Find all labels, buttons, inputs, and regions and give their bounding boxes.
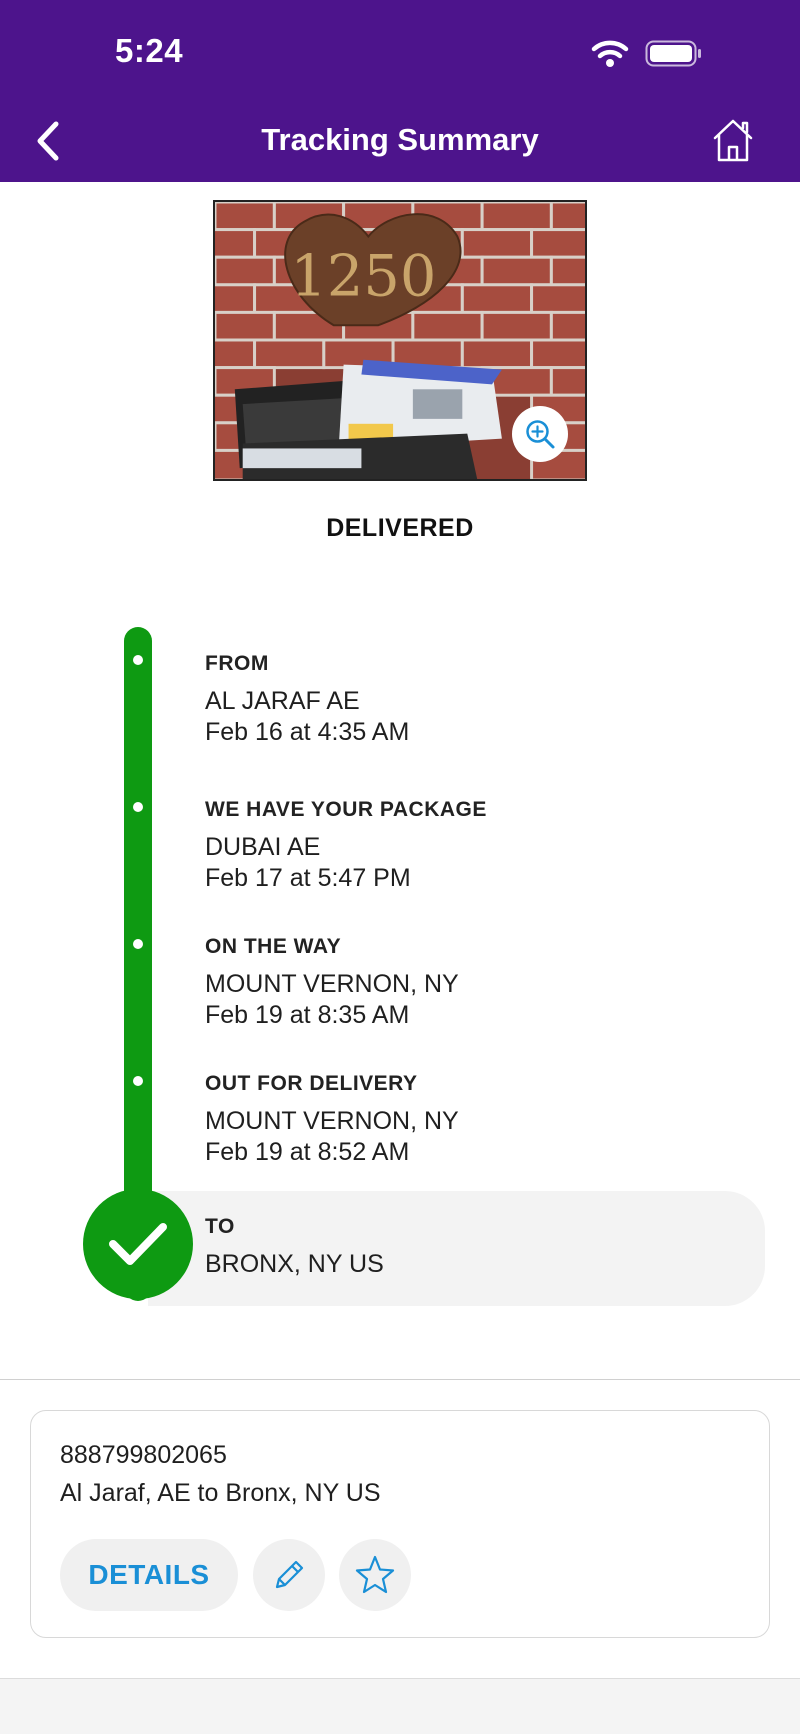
event-time: Feb 19 at 8:52 AM [205,1138,410,1166]
star-icon [355,1555,395,1594]
timeline-dot [133,802,143,812]
event-time: Feb 16 at 4:35 AM [205,718,410,746]
section-divider [0,1379,800,1380]
timeline-dot [133,939,143,949]
delivery-status: DELIVERED [326,514,474,542]
event-title: ON THE WAY [205,935,342,958]
event-title: FROM [205,652,269,675]
event-time: Feb 17 at 5:47 PM [205,864,411,892]
pencil-icon [275,1560,304,1589]
timeline-event: ON THE WAY MOUNT VERNON, NY Feb 19 at 8:… [205,935,459,1031]
zoom-button[interactable] [512,406,568,462]
edit-button[interactable] [253,1539,325,1611]
timeline-dot [133,1076,143,1086]
event-title: WE HAVE YOUR PACKAGE [205,798,487,821]
shipment-card: 888799802065 Al Jaraf, AE to Bronx, NY U… [30,1410,770,1638]
timeline-event: OUT FOR DELIVERY MOUNT VERNON, NY Feb 19… [205,1072,459,1168]
timeline-event: WE HAVE YOUR PACKAGE DUBAI AE Feb 17 at … [205,798,487,894]
battery-icon [645,40,701,67]
event-title: OUT FOR DELIVERY [205,1072,418,1095]
home-icon[interactable] [710,116,756,164]
shipment-route: Al Jaraf, AE to Bronx, NY US [60,1479,381,1507]
checkmark-icon [109,1223,167,1265]
details-button[interactable]: DETAILS [60,1539,238,1611]
destination-location: BRONX, NY US [205,1250,384,1278]
event-location: AL JARAF AE [205,687,360,715]
timeline-event: FROM AL JARAF AE Feb 16 at 4:35 AM [205,652,409,748]
favorite-button[interactable] [339,1539,411,1611]
house-number: 1250 [290,243,436,310]
tracking-number: 888799802065 [60,1441,227,1469]
event-time: Feb 19 at 8:35 AM [205,1001,410,1029]
header-bar: 5:24 Tracking Summary [0,0,800,182]
zoom-in-icon [526,420,555,449]
destination-title: TO [205,1215,235,1238]
event-location: MOUNT VERNON, NY [205,1107,459,1135]
page-title: Tracking Summary [261,122,539,157]
event-location: MOUNT VERNON, NY [205,970,459,998]
bottom-area [0,1678,800,1734]
wifi-icon [591,40,629,67]
delivery-photo[interactable]: 1250 [213,200,587,481]
timeline-destination: TO BRONX, NY US [205,1215,384,1280]
event-location: DUBAI AE [205,833,321,861]
delivered-check [83,1189,193,1299]
timeline-dot [133,655,143,665]
status-time: 5:24 [115,32,184,69]
